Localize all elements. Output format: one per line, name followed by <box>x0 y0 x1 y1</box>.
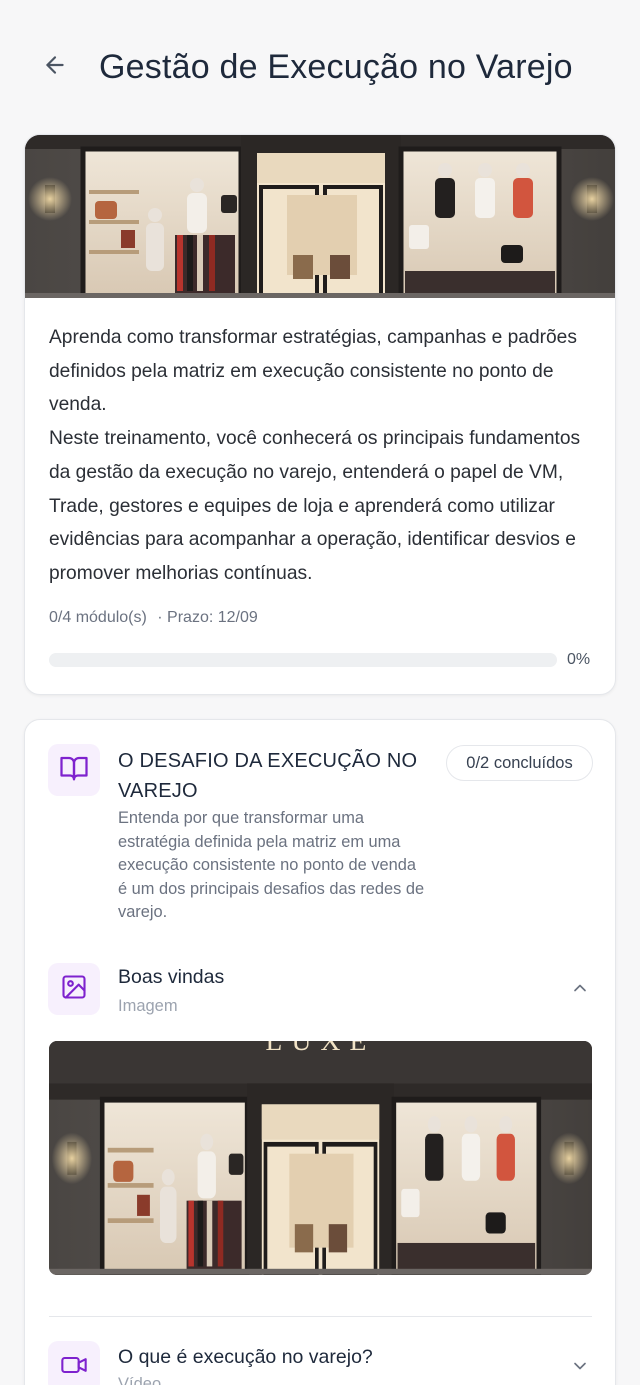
back-button[interactable] <box>40 52 70 82</box>
page-title: Gestão de Execução no Varejo <box>99 48 573 86</box>
store-sign-text: LUXE <box>265 1041 375 1056</box>
course-card: Aprenda como transformar estratégias, ca… <box>24 134 616 695</box>
lesson-icon-box <box>48 1341 100 1385</box>
image-icon <box>60 973 88 1006</box>
lesson-type: Imagem <box>118 997 178 1015</box>
expand-lesson-button[interactable] <box>568 1356 592 1380</box>
lesson-title: Boas vindas <box>118 966 225 988</box>
module-title: O DESAFIO DA EXECUÇÃO NO VAREJO <box>118 750 418 802</box>
course-cover-image <box>25 135 616 298</box>
module-card: O DESAFIO DA EXECUÇÃO NO VAREJO 0/2 conc… <box>24 719 616 1385</box>
progress-bar <box>49 653 557 667</box>
book-open-icon <box>59 753 89 788</box>
course-meta: 0/4 módulo(s) · Prazo: 12/09 <box>49 609 258 627</box>
arrow-left-icon <box>42 52 68 83</box>
app-header: Gestão de Execução no Varejo <box>0 0 640 135</box>
lesson-title: O que é execução no varejo? <box>118 1346 373 1368</box>
chevron-up-icon <box>570 978 590 1003</box>
module-completed-badge[interactable]: 0/2 concluídos <box>446 745 593 781</box>
deadline-text: · Prazo: 12/09 <box>157 609 258 626</box>
description-paragraph: Aprenda como transformar estratégias, ca… <box>49 327 577 416</box>
description-paragraph: Neste treinamento, você conhecerá os pri… <box>49 428 581 584</box>
progress-percent: 0% <box>567 651 591 668</box>
module-subtitle: Entenda por que transformar uma estratég… <box>118 809 425 921</box>
course-description: Aprenda como transformar estratégias, ca… <box>49 321 597 591</box>
modules-progress-text: 0/4 módulo(s) <box>49 609 147 626</box>
module-icon-box <box>48 744 100 796</box>
lesson-icon-box <box>48 963 100 1015</box>
video-icon <box>60 1351 88 1384</box>
collapse-lesson-button[interactable] <box>568 978 592 1002</box>
lesson-type: Vídeo <box>118 1375 162 1385</box>
divider <box>49 1316 592 1317</box>
lesson-image[interactable]: LUXE <box>49 1041 592 1275</box>
chevron-down-icon <box>570 1356 590 1381</box>
